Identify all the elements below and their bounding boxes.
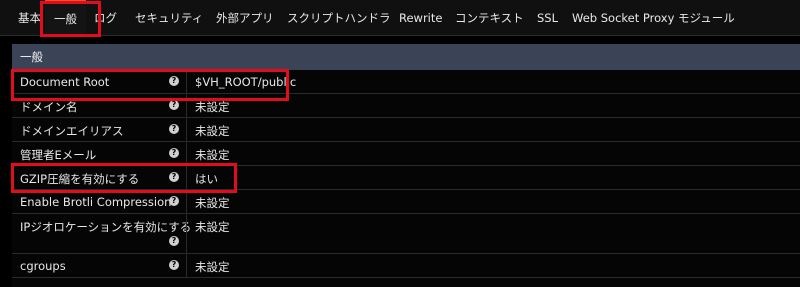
setting-row-admin-email: 管理者Eメール ? 未設定 xyxy=(12,142,800,166)
tab-ssl[interactable]: SSL xyxy=(537,0,558,36)
panel-title: 一般 xyxy=(12,44,800,70)
help-icon[interactable]: ? xyxy=(169,124,179,134)
setting-label: IPジオロケーションを有効にする xyxy=(20,220,192,234)
tab-modules[interactable]: モジュール xyxy=(678,0,735,36)
general-panel: 一般 Document Root ? $VH_ROOT/public ドメイン名… xyxy=(12,44,800,287)
setting-row-domain-alias: ドメインエイリアス ? 未設定 xyxy=(12,118,800,142)
setting-label: ドメインエイリアス xyxy=(20,124,124,138)
help-icon[interactable]: ? xyxy=(169,260,179,270)
help-icon[interactable]: ? xyxy=(169,100,179,110)
tab-script-handler[interactable]: スクリプトハンドラ xyxy=(287,0,391,36)
tab-context[interactable]: コンテキスト xyxy=(455,0,524,36)
setting-value[interactable]: $VH_ROOT/public xyxy=(195,75,296,89)
tab-web-socket-proxy[interactable]: Web Socket Proxy xyxy=(572,0,674,36)
help-icon[interactable]: ? xyxy=(169,172,179,182)
help-icon[interactable]: ? xyxy=(169,76,179,86)
setting-label: 管理者Eメール xyxy=(20,148,97,162)
help-icon[interactable]: ? xyxy=(169,148,179,158)
tab-log[interactable]: ログ xyxy=(94,0,117,36)
setting-value[interactable]: 未設定 xyxy=(195,259,230,275)
tab-basic[interactable]: 基本 xyxy=(18,0,41,36)
setting-label: cgroups xyxy=(20,259,66,273)
setting-row-domain-name: ドメイン名 ? 未設定 xyxy=(12,94,800,118)
tab-general[interactable]: 一般 xyxy=(45,0,86,36)
setting-label: Document Root xyxy=(20,75,110,89)
setting-value[interactable]: 未設定 xyxy=(195,219,230,235)
tab-security[interactable]: セキュリティ xyxy=(135,0,203,36)
setting-row-brotli: Enable Brotli Compression ? 未設定 xyxy=(12,190,800,214)
setting-value[interactable]: 未設定 xyxy=(195,123,230,139)
setting-label: ドメイン名 xyxy=(20,100,78,114)
setting-value[interactable]: 未設定 xyxy=(195,99,230,115)
help-icon[interactable]: ? xyxy=(169,236,179,246)
setting-value[interactable]: 未設定 xyxy=(195,195,230,211)
help-icon[interactable]: ? xyxy=(169,196,179,206)
tab-bar: 基本 一般 ログ セキュリティ 外部アプリ スクリプトハンドラ Rewrite … xyxy=(0,0,800,36)
setting-label: Enable Brotli Compression xyxy=(20,195,172,209)
tab-rewrite[interactable]: Rewrite xyxy=(399,0,442,36)
setting-row-ip-geolocation: IPジオロケーションを有効にする ? 未設定 xyxy=(12,214,800,254)
setting-value[interactable]: はい xyxy=(195,171,218,187)
setting-row-gzip: GZIP圧縮を有効にする ? はい xyxy=(12,166,800,190)
setting-value[interactable]: 未設定 xyxy=(195,147,230,163)
tab-external-app[interactable]: 外部アプリ xyxy=(216,0,274,36)
setting-label: GZIP圧縮を有効にする xyxy=(20,172,140,186)
setting-row-cgroups: cgroups ? 未設定 xyxy=(12,254,800,278)
setting-row-document-root: Document Root ? $VH_ROOT/public xyxy=(12,70,800,94)
